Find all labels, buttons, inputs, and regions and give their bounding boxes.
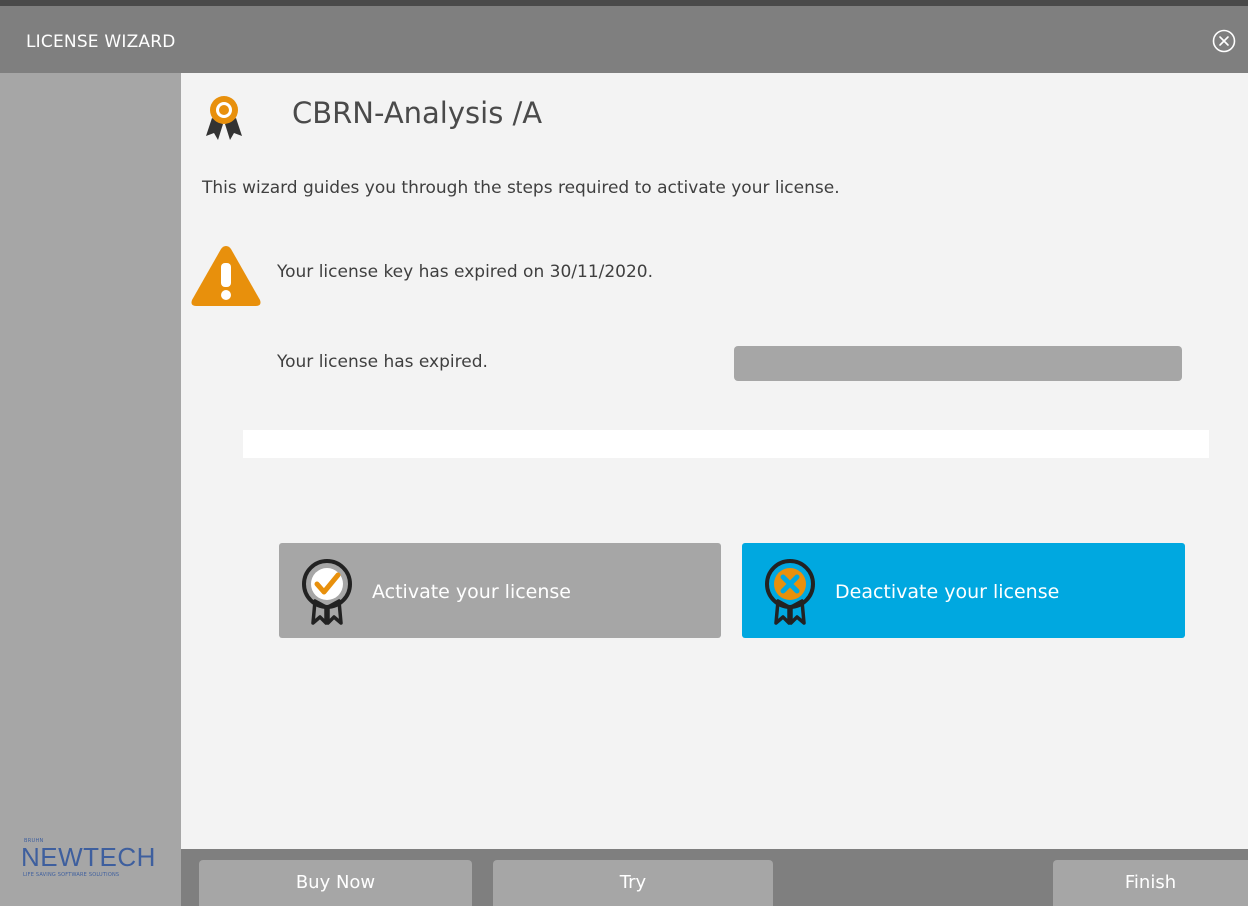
status-progress-bar: [734, 346, 1182, 381]
window-title: LICENSE WIZARD: [26, 32, 176, 52]
activate-license-button[interactable]: Activate your license: [279, 543, 721, 638]
buy-now-button[interactable]: Buy Now: [199, 860, 472, 906]
finish-button[interactable]: Finish: [1053, 860, 1248, 906]
expiry-message: Your license key has expired on 30/11/20…: [277, 262, 654, 282]
award-check-icon: [299, 557, 355, 625]
license-status: Your license has expired.: [277, 352, 488, 372]
intro-text: This wizard guides you through the steps…: [202, 178, 840, 198]
message-strip: [243, 430, 1209, 458]
activate-license-label: Activate your license: [372, 581, 571, 603]
title-bar: LICENSE WIZARD: [0, 0, 1248, 73]
brand-tagline: LIFE SAVING SOFTWARE SOLUTIONS: [23, 872, 120, 878]
award-x-icon: [762, 557, 818, 625]
close-icon[interactable]: [1211, 28, 1237, 54]
brand-name: NEWTECH: [21, 842, 156, 872]
warning-triangle-icon: [189, 243, 263, 309]
product-title: CBRN-Analysis /A: [292, 96, 543, 130]
try-button[interactable]: Try: [493, 860, 773, 906]
sidebar: [0, 73, 181, 906]
newtech-logo: BRUHN NEWTECH LIFE SAVING SOFTWARE SOLUT…: [21, 838, 173, 882]
deactivate-license-button[interactable]: Deactivate your license: [742, 543, 1185, 638]
award-ribbon-icon: [204, 92, 244, 142]
deactivate-license-label: Deactivate your license: [835, 581, 1060, 603]
